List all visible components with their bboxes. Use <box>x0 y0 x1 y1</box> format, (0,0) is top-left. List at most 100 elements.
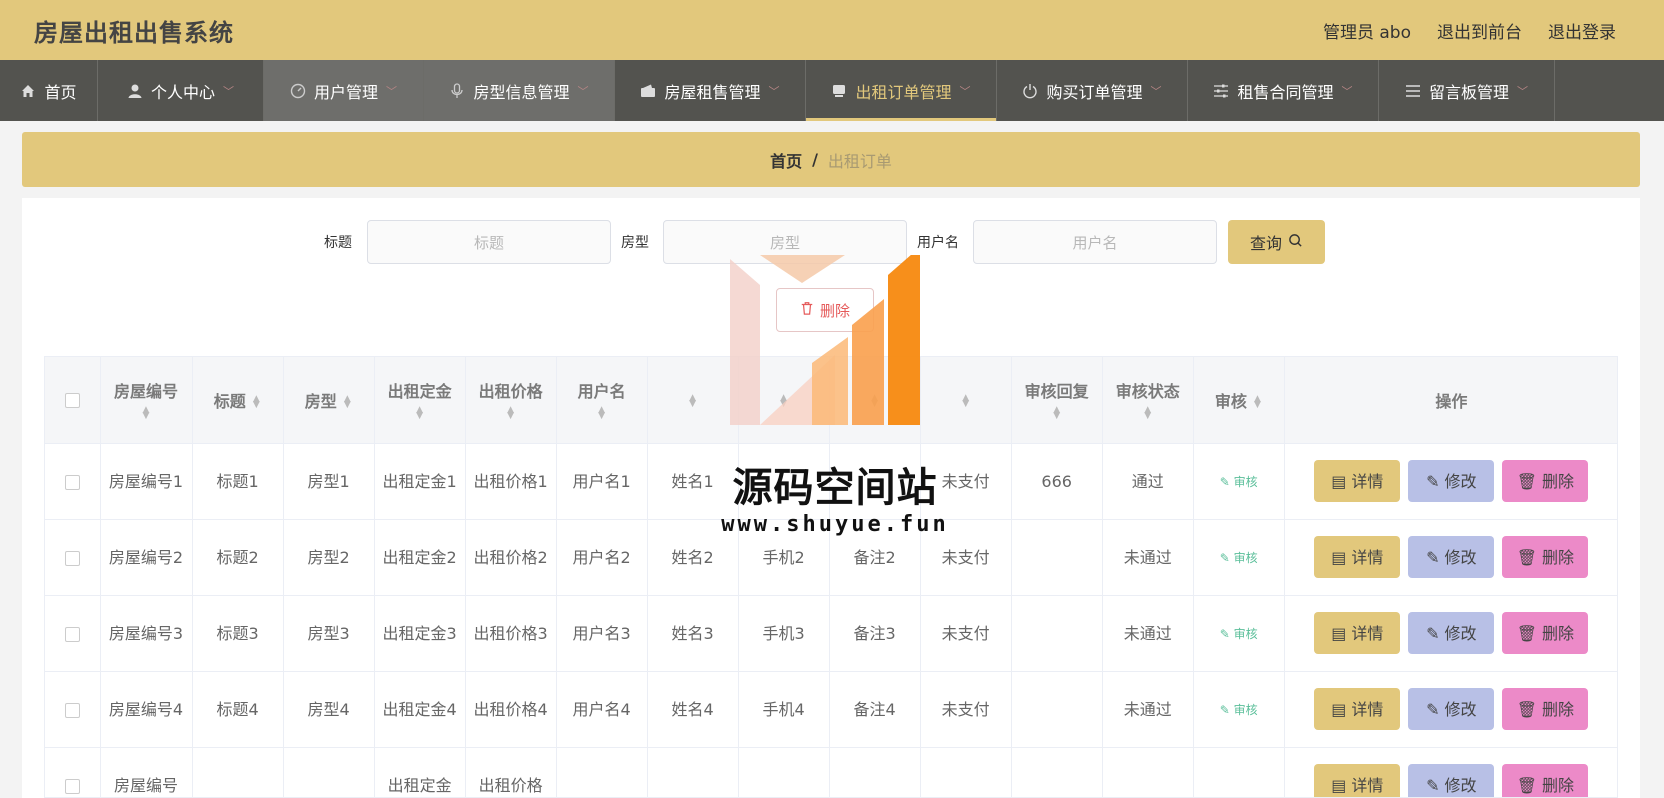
sort-icon[interactable]: ▲ ▼ <box>1052 405 1062 420</box>
sort-icon[interactable]: ▲ ▼ <box>1143 405 1153 420</box>
chevron-down-icon: ﹀ <box>1341 84 1353 98</box>
cell-deposit: 出租定金3 <box>374 595 466 672</box>
edit-button-label: 修改 <box>1444 547 1477 567</box>
pencil-icon: ✎ <box>1426 623 1440 643</box>
table-row: 房屋编号 出租定金 出租价格 ▤ 详情 ✎ 修改 🗑 删除 <box>45 747 1617 797</box>
col-username[interactable]: 用户名 ▲ ▼ <box>556 357 648 444</box>
room-type-filter-input[interactable]: 房型 <box>663 220 907 264</box>
edit-button[interactable]: ✎ 修改 <box>1408 460 1495 502</box>
nav-house-rental-sale-management[interactable]: 房屋租售管理 ﹀ <box>615 60 806 121</box>
cell-audit-status: 通过 <box>1102 443 1194 520</box>
detail-button[interactable]: ▤ 详情 <box>1314 612 1401 654</box>
col-price[interactable]: 出租价格 ▲ ▼ <box>465 357 557 444</box>
nav-room-type-management[interactable]: 房型信息管理 ﹀ <box>424 60 615 121</box>
row-checkbox[interactable] <box>64 626 80 642</box>
col-audit-status[interactable]: 审核状态 ▲ ▼ <box>1102 357 1194 444</box>
sort-icon[interactable]: ▲ ▼ <box>597 405 607 420</box>
edit-button[interactable]: ✎ 修改 <box>1408 612 1495 654</box>
audit-link[interactable]: ✎ 审核 <box>1220 703 1258 717</box>
delete-button[interactable]: 🗑 删除 <box>1502 764 1589 797</box>
col-payment-status[interactable]: ▲ ▼ <box>920 357 1012 444</box>
sort-icon[interactable]: ▲ ▼ <box>506 405 516 420</box>
audit-link-label: 审核 <box>1233 702 1258 717</box>
sort-icon[interactable]: ▲ ▼ <box>1253 395 1263 410</box>
cell-audit <box>1193 747 1285 797</box>
row-checkbox[interactable] <box>64 778 80 794</box>
query-button[interactable]: 查询 <box>1228 220 1325 264</box>
nav-home[interactable]: 首页 <box>0 60 98 121</box>
logout-link[interactable]: 退出登录 <box>1548 18 1616 43</box>
top-links: 管理员 abo 退出到前台 退出登录 <box>1323 18 1616 43</box>
cell-room-type: 房型3 <box>283 595 375 672</box>
col-note[interactable]: ▲ ▼ <box>829 357 921 444</box>
nav-rental-order-management[interactable]: 出租订单管理 ﹀ <box>806 60 997 121</box>
edit-button[interactable]: ✎ 修改 <box>1408 688 1495 730</box>
delete-button-label: 删除 <box>1542 471 1575 491</box>
audit-link[interactable]: ✎ 审核 <box>1220 551 1258 565</box>
breadcrumb-separator: / <box>812 150 818 169</box>
col-room-type[interactable]: 房型 ▲ ▼ <box>283 357 375 444</box>
title-filter-input[interactable]: 标题 <box>367 220 611 264</box>
detail-button-label: 详情 <box>1351 699 1384 719</box>
sort-icon[interactable]: ▲ ▼ <box>779 393 789 408</box>
cell-actions: ▤ 详情 ✎ 修改 🗑 删除 <box>1284 595 1617 672</box>
cell-note <box>829 747 921 797</box>
delete-button-label: 删除 <box>1542 699 1575 719</box>
nav-user-management-label: 用户管理 <box>313 82 378 102</box>
col-title[interactable]: 标题 ▲ ▼ <box>192 357 284 444</box>
audit-link-label: 审核 <box>1233 626 1258 641</box>
back-to-frontend-link[interactable]: 退出到前台 <box>1437 18 1522 43</box>
sort-icon[interactable]: ▲ ▼ <box>961 393 971 408</box>
detail-button[interactable]: ▤ 详情 <box>1314 536 1401 578</box>
sort-icon[interactable]: ▲ ▼ <box>141 405 151 420</box>
sort-icon[interactable]: ▲ ▼ <box>688 393 698 408</box>
pencil-icon: ✎ <box>1426 471 1440 491</box>
breadcrumb-home[interactable]: 首页 <box>770 148 802 172</box>
cell-audit-reply <box>1011 747 1103 797</box>
sort-icon[interactable]: ▲ ▼ <box>415 405 425 420</box>
sort-icon[interactable]: ▲ ▼ <box>251 395 261 410</box>
col-audit-reply[interactable]: 审核回复 ▲ ▼ <box>1011 357 1103 444</box>
col-audit[interactable]: 审核 ▲ ▼ <box>1193 357 1285 444</box>
trash-icon: 🗑 <box>1516 623 1537 643</box>
select-all-checkbox[interactable] <box>64 393 80 409</box>
edit-button[interactable]: ✎ 修改 <box>1408 536 1495 578</box>
cell-payment-status <box>920 747 1012 797</box>
col-name[interactable]: ▲ ▼ <box>647 357 739 444</box>
row-checkbox[interactable] <box>64 550 80 566</box>
col-house-no[interactable]: 房屋编号 ▲ ▼ <box>100 357 193 444</box>
nav-message-board-management[interactable]: 留言板管理 ﹀ <box>1379 60 1555 121</box>
sort-icon[interactable]: ▲ ▼ <box>342 395 352 410</box>
sort-icon[interactable]: ▲ ▼ <box>870 393 880 408</box>
cell-house-no: 房屋编号1 <box>100 443 193 520</box>
nav-user-management[interactable]: 用户管理 ﹀ <box>264 60 424 121</box>
delete-button[interactable]: 🗑 删除 <box>1502 688 1589 730</box>
detail-button[interactable]: ▤ 详情 <box>1314 460 1401 502</box>
nav-contract-management[interactable]: 租售合同管理 ﹀ <box>1188 60 1379 121</box>
audit-link[interactable]: ✎ 审核 <box>1220 627 1258 641</box>
delete-button[interactable]: 🗑 删除 <box>1502 460 1589 502</box>
row-checkbox[interactable] <box>64 702 80 718</box>
nav-purchase-order-management[interactable]: 购买订单管理 ﹀ <box>997 60 1188 121</box>
delete-button[interactable]: 🗑 删除 <box>1502 612 1589 654</box>
username-filter-input[interactable]: 用户名 <box>973 220 1217 264</box>
bulk-delete-button[interactable]: 删除 <box>776 288 874 332</box>
detail-button[interactable]: ▤ 详情 <box>1314 688 1401 730</box>
cell-title: 标题1 <box>192 443 284 520</box>
watermark-title: 源码空间站 <box>732 465 938 511</box>
detail-button[interactable]: ▤ 详情 <box>1314 764 1401 797</box>
detail-button-label: 详情 <box>1351 471 1384 491</box>
delete-button[interactable]: 🗑 删除 <box>1502 536 1589 578</box>
audit-link[interactable]: ✎ 审核 <box>1220 475 1258 489</box>
nav-personal-center[interactable]: 个人中心 ﹀ <box>98 60 264 121</box>
edit-button[interactable]: ✎ 修改 <box>1408 764 1495 797</box>
col-phone[interactable]: ▲ ▼ <box>738 357 830 444</box>
cell-phone: 手机3 <box>738 595 830 672</box>
cell-audit-reply <box>1011 519 1103 596</box>
col-deposit[interactable]: 出租定金 ▲ ▼ <box>374 357 466 444</box>
cell-audit: ✎ 审核 <box>1193 595 1285 672</box>
watermark-url: www.shuyue.fun <box>721 512 949 537</box>
row-checkbox[interactable] <box>64 474 80 490</box>
document-icon: ▤ <box>1331 699 1347 719</box>
admin-user-link[interactable]: 管理员 abo <box>1323 18 1411 43</box>
